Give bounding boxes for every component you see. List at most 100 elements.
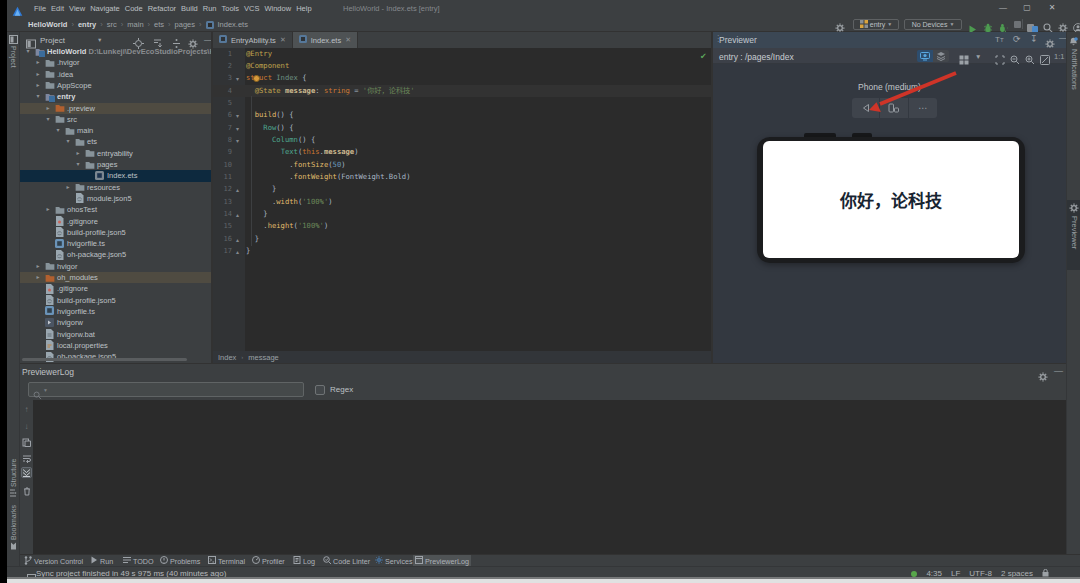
more-options-button[interactable]: ⋯	[909, 98, 937, 118]
log-hide-icon[interactable]: —	[1054, 366, 1063, 376]
tree-item-pages[interactable]: ▾pages	[20, 159, 211, 170]
code-line-11[interactable]: .fontWeight(FontWeight.Bold)	[246, 171, 410, 183]
device-selector[interactable]: No Devices ▼	[904, 19, 962, 31]
scroll-to-end-icon[interactable]	[21, 467, 32, 478]
fold-close-icon[interactable]: ▴	[236, 186, 239, 193]
previewer-settings-gear-icon[interactable]	[1045, 35, 1057, 47]
tree-item-hvigorfile-ts[interactable]: hvigorfile.ts	[20, 306, 211, 317]
chevron-collapsed-icon[interactable]: ▸	[34, 81, 42, 88]
tool-stripe-notifications[interactable]: Notifications	[1067, 34, 1080, 110]
tree-item-src[interactable]: ▾src	[20, 114, 211, 125]
tree-item-build-profile-json5[interactable]: build-profile.json5	[20, 227, 211, 238]
close-button[interactable]: ✕	[1047, 3, 1057, 13]
chevron-expanded-icon[interactable]: ▾	[54, 126, 62, 133]
screenshot-icon[interactable]	[1040, 51, 1052, 63]
breadcrumb-item-helloworld[interactable]: HelloWorld	[28, 20, 67, 29]
menu-run[interactable]: Run	[203, 4, 217, 13]
fold-close-icon[interactable]: ▴	[236, 236, 239, 243]
menu-build[interactable]: Build	[181, 4, 198, 13]
code-line-7[interactable]: Row() {	[246, 122, 294, 134]
dock-icon[interactable]: ↧	[1030, 34, 1042, 46]
stop-button[interactable]	[1014, 21, 1021, 28]
breadcrumb-item-main[interactable]: main	[127, 20, 143, 29]
chevron-collapsed-icon[interactable]: ▸	[44, 104, 52, 111]
tree-item-oh-package-json5[interactable]: oh-package.json5	[20, 249, 211, 260]
previewer-header[interactable]: ⋮ Previewer TT ⟳ ↧ —	[713, 32, 1066, 48]
tool-stripe-previewer[interactable]: Previewer	[1067, 200, 1080, 270]
zoom-in-icon[interactable]	[1025, 51, 1037, 63]
tree-item-main[interactable]: ▾main	[20, 125, 211, 136]
regex-checkbox[interactable]	[315, 385, 325, 395]
tree-item-appscope[interactable]: ▸AppScope	[20, 80, 211, 91]
intention-bulb-icon[interactable]	[253, 75, 260, 82]
editor-tab-entryability-ts[interactable]: EntryAbility.ts✕	[213, 32, 293, 48]
fold-open-icon[interactable]: ▾	[236, 137, 239, 144]
menu-window[interactable]: Window	[264, 4, 291, 13]
tree-item-resources[interactable]: ▸resources	[20, 182, 211, 193]
editor-tab-index-ets[interactable]: Index.ets✕	[293, 32, 358, 48]
code-line-6[interactable]: build() {	[246, 109, 294, 121]
code-line-14[interactable]: }	[246, 208, 268, 220]
menu-vcs[interactable]: VCS	[244, 4, 259, 13]
tree-item-helloworld[interactable]: ▾HelloWorld D:\Lunkeji\DevEcoStudioProje…	[20, 46, 211, 57]
fit-to-screen-icon[interactable]	[995, 51, 1007, 63]
menu-code[interactable]: Code	[125, 4, 143, 13]
expand-collapse-icon[interactable]	[171, 35, 182, 46]
chevron-collapsed-icon[interactable]: ▸	[44, 205, 52, 212]
chevron-collapsed-icon[interactable]: ▸	[34, 58, 42, 65]
code-line-4[interactable]: @State message: string = '你好，论科技'	[246, 85, 415, 97]
code-line-9[interactable]: Text(this.message)	[246, 146, 359, 158]
log-search-input[interactable]: ▼	[28, 382, 304, 397]
menu-refactor[interactable]: Refactor	[148, 4, 176, 13]
log-down-icon[interactable]: ↓	[21, 421, 32, 432]
breadcrumb-item-src[interactable]: src	[107, 20, 117, 29]
menu-edit[interactable]: Edit	[51, 4, 64, 13]
chevron-expanded-icon[interactable]: ▾	[34, 92, 42, 99]
tree-item--gitignore[interactable]: .gitignore	[20, 283, 211, 294]
code-line-16[interactable]: }	[246, 233, 259, 245]
breadcrumb-item-entry[interactable]: entry	[78, 20, 96, 29]
font-size-icon[interactable]: TT	[995, 35, 1007, 47]
chevron-expanded-icon[interactable]: ▾	[74, 160, 82, 167]
breadcrumb-item-index.ets[interactable]: Index.ets	[218, 20, 248, 29]
tree-item-local-properties[interactable]: local.properties	[20, 340, 211, 351]
fold-open-icon[interactable]: ▾	[236, 112, 239, 119]
chevron-collapsed-icon[interactable]: ▸	[34, 70, 42, 77]
minimize-button[interactable]: —	[998, 3, 1008, 13]
menu-file[interactable]: File	[34, 4, 46, 13]
tree-item-ohostest[interactable]: ▸ohosTest	[20, 204, 211, 215]
tree-item-ets[interactable]: ▾ets	[20, 136, 211, 147]
layout-grid-icon[interactable]	[959, 51, 971, 63]
tree-item-hvigor[interactable]: ▸hvigor	[20, 261, 211, 272]
log-copy-icon[interactable]	[21, 437, 32, 448]
maximize-button[interactable]: ▢	[1022, 3, 1032, 13]
chevron-collapsed-icon[interactable]: ▸	[74, 149, 82, 156]
layout-dropdown-chevron-icon[interactable]: ▼	[975, 53, 987, 65]
tree-item--hvigor[interactable]: ▸.hvigor	[20, 57, 211, 68]
collapse-all-icon[interactable]	[152, 35, 163, 46]
log-settings-gear-icon[interactable]	[1038, 368, 1048, 386]
tree-item-hvigorw[interactable]: hvigorw	[20, 317, 211, 328]
chevron-collapsed-icon[interactable]: ▸	[64, 183, 72, 190]
inspection-ok-icon[interactable]: ✔	[700, 53, 708, 61]
tree-item-entryability[interactable]: ▸entryability	[20, 148, 211, 159]
tree-item--gitignore[interactable]: .gitignore	[20, 216, 211, 227]
menu-tools[interactable]: Tools	[222, 4, 240, 13]
code-line-10[interactable]: .fontSize(50)	[246, 159, 346, 171]
refresh-icon[interactable]: ⟳	[1013, 34, 1025, 46]
phone-screen[interactable]: 你好，论科技	[763, 141, 1019, 258]
zoom-out-icon[interactable]	[1010, 51, 1022, 63]
tree-item-index-ets[interactable]: Index.ets	[20, 170, 211, 181]
module-selector[interactable]: entry ▼	[853, 19, 899, 31]
menu-view[interactable]: View	[69, 4, 85, 13]
chevron-expanded-icon[interactable]: ▾	[44, 115, 52, 122]
tool-stripe-structure[interactable]: Structure	[7, 449, 20, 497]
chevron-collapsed-icon[interactable]: ▸	[34, 262, 42, 269]
tree-item--preview[interactable]: ▸.preview	[20, 103, 211, 114]
chevron-collapsed-icon[interactable]: ▸	[34, 273, 42, 280]
zoom-ratio-label[interactable]: 1:1	[1054, 52, 1066, 64]
tree-item--idea[interactable]: ▸.idea	[20, 69, 211, 80]
tab-close-icon[interactable]: ✕	[345, 36, 351, 44]
rotate-device-button[interactable]	[880, 98, 908, 118]
code-line-2[interactable]: @Component	[246, 60, 289, 72]
